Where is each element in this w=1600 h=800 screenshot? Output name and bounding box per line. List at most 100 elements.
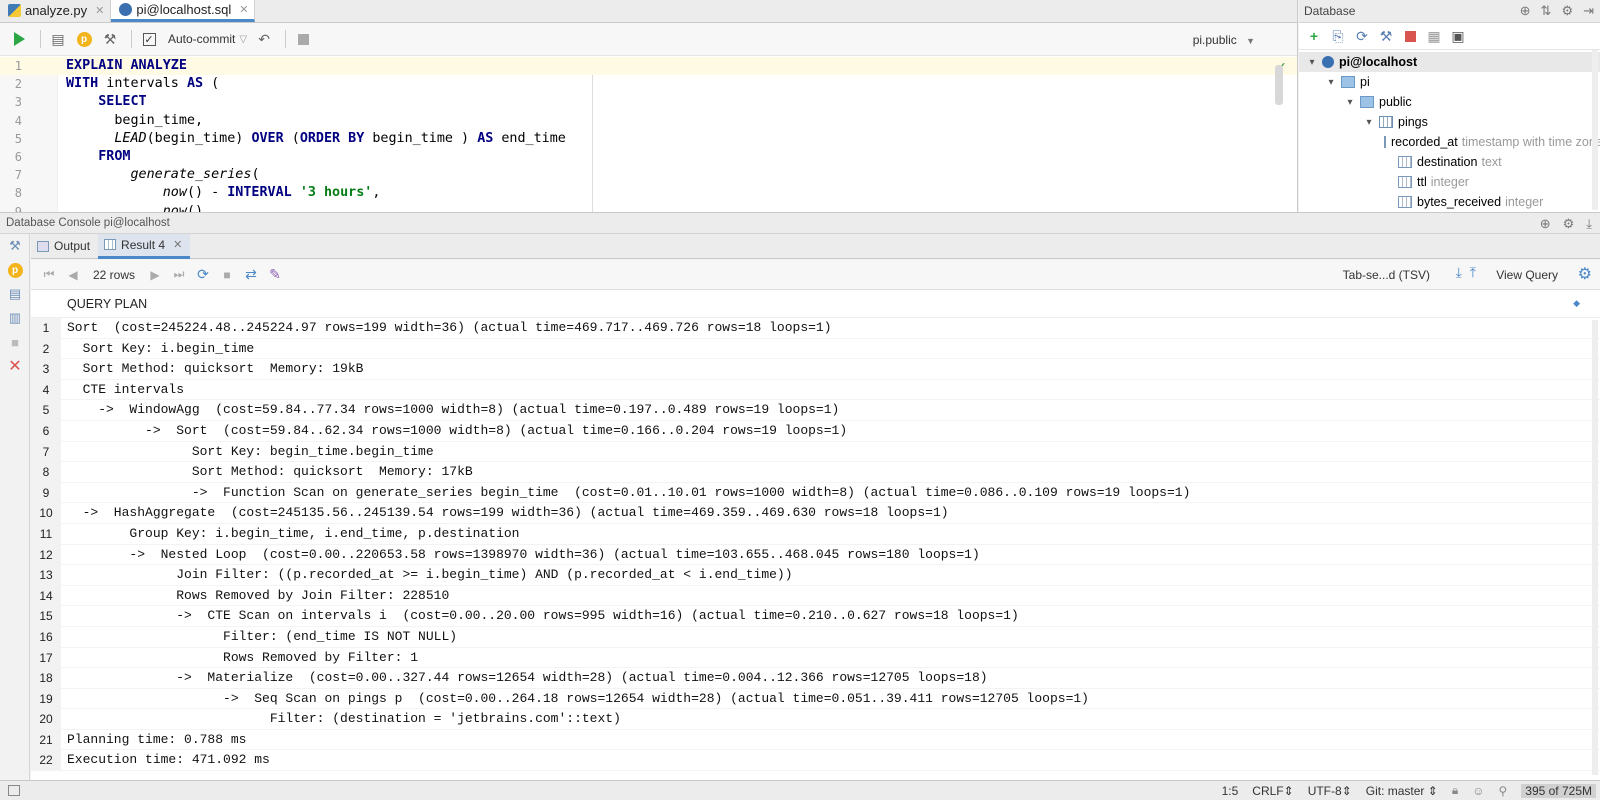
row-number[interactable]: 17 <box>31 647 61 668</box>
chevron-down-icon[interactable]: ▽ <box>239 34 247 45</box>
table-row[interactable]: 22 Execution time: 471.092 ms <box>31 750 1600 772</box>
code-line[interactable]: 4 begin_time, <box>0 112 1297 130</box>
row-number[interactable]: 10 <box>31 503 61 523</box>
search-icon[interactable]: ⚲ <box>1498 784 1507 798</box>
table-row[interactable]: 21 Planning time: 0.788 ms <box>31 729 1600 751</box>
table-row[interactable]: 1 Sort (cost=245224.48..245224.97 rows=19… <box>31 318 1600 339</box>
row-number[interactable]: 16 <box>31 626 61 647</box>
table-row[interactable]: 15 -> CTE Scan on intervals i (cost=0.00… <box>31 606 1600 627</box>
add-icon[interactable]: + <box>1305 27 1323 45</box>
column-header-query-plan[interactable]: QUERY PLAN ◆ <box>31 290 1600 318</box>
query-plan-cell[interactable]: -> Seq Scan on pings p (cost=0.00..264.1… <box>67 689 1089 710</box>
table-row[interactable]: 6 -> Sort (cost=59.84..62.34 rows=1000 w… <box>31 420 1600 442</box>
tools-icon[interactable]: ⚒ <box>0 234 30 258</box>
inspector-icon[interactable]: ☺ <box>1472 784 1484 798</box>
parameters-button[interactable]: p <box>73 28 95 50</box>
upload-icon[interactable]: ⤒ <box>1470 264 1476 281</box>
code-line[interactable]: 6 FROM <box>0 148 1297 166</box>
tab-output[interactable]: Output <box>31 234 98 259</box>
chevron-down-icon[interactable]: ▾ <box>1343 97 1357 108</box>
layout-icon[interactable]: ▥ <box>0 306 30 330</box>
code-text[interactable]: LEAD(begin_time) OVER (ORDER BY begin_ti… <box>66 130 566 148</box>
table-row[interactable]: 17 Rows Removed by Filter: 1 <box>31 647 1600 669</box>
table-row[interactable]: 10 -> HashAggregate (cost=245135.56..245… <box>31 503 1600 524</box>
tree-node[interactable]: ▾ pi <box>1299 72 1600 92</box>
table-row[interactable]: 20 Filter: (destination = 'jetbrains.com… <box>31 709 1600 730</box>
close-icon[interactable]: ✕ <box>173 238 182 251</box>
memory-indicator[interactable]: 395 of 725M <box>1521 783 1596 798</box>
collapse-icon[interactable]: ⇅ <box>1541 3 1552 19</box>
query-plan-cell[interactable]: Rows Removed by Filter: 1 <box>67 648 418 669</box>
row-number[interactable]: 1 <box>31 318 61 338</box>
grid-scrollbar[interactable] <box>1592 320 1598 775</box>
query-plan-cell[interactable]: Sort (cost=245224.48..245224.97 rows=199… <box>67 318 832 339</box>
code-line[interactable]: 1 EXPLAIN ANALYZE <box>0 57 1297 76</box>
table-row[interactable]: 11 Group Key: i.begin_time, i.end_time, … <box>31 523 1600 545</box>
autocommit-checkbox[interactable]: ✓ <box>138 28 160 50</box>
row-number[interactable]: 2 <box>31 338 61 359</box>
query-plan-cell[interactable]: Execution time: 471.092 ms <box>67 750 270 771</box>
table-row[interactable]: 2 Sort Key: i.begin_time <box>31 338 1600 360</box>
query-plan-cell[interactable]: Sort Method: quicksort Memory: 19kB <box>67 359 364 380</box>
query-plan-cell[interactable]: Sort Method: quicksort Memory: 17kB <box>67 462 473 483</box>
code-line[interactable]: 9 now() <box>0 203 1297 213</box>
stop-button[interactable] <box>292 28 314 50</box>
table-row[interactable]: 13 Join Filter: ((p.recorded_at >= i.beg… <box>31 565 1600 586</box>
query-plan-cell[interactable]: Rows Removed by Join Filter: 228510 <box>67 586 449 607</box>
code-editor[interactable]: 1 EXPLAIN ANALYZE 2 WITH intervals AS (3 SE… <box>0 57 1297 212</box>
rollback-button[interactable]: ↶ <box>253 28 275 50</box>
code-text[interactable]: now() <box>66 203 203 213</box>
autocommit-label[interactable]: Auto-commit <box>168 32 235 46</box>
chevron-down-icon[interactable]: ▾ <box>1324 77 1338 88</box>
prev-page-button[interactable]: ◀ <box>61 264 85 286</box>
gear-icon[interactable]: ⚙ <box>1563 216 1575 232</box>
row-number[interactable]: 12 <box>31 544 61 565</box>
sort-icon[interactable]: ◆ <box>1573 298 1580 309</box>
copy-icon[interactable]: ⎘ <box>1329 27 1347 45</box>
row-number[interactable]: 11 <box>31 523 61 544</box>
file-encoding[interactable]: UTF-8⇕ <box>1308 784 1352 798</box>
table-row[interactable]: 4 CTE intervals <box>31 379 1600 401</box>
tree-node[interactable]: destination text <box>1299 152 1600 172</box>
tree-node[interactable]: ▾ pings <box>1299 112 1600 132</box>
code-text[interactable]: FROM <box>66 148 130 166</box>
row-number[interactable]: 13 <box>31 565 61 585</box>
table-row[interactable]: 16 Filter: (end_time IS NOT NULL) <box>31 626 1600 648</box>
chevron-down-icon[interactable]: ▾ <box>1305 57 1319 68</box>
tree-scrollbar[interactable] <box>1592 50 1598 210</box>
editor-scrollbar[interactable] <box>1275 65 1283 105</box>
row-number[interactable]: 20 <box>31 709 61 729</box>
code-line[interactable]: 7 generate_series( <box>0 166 1297 184</box>
table-row[interactable]: 3 Sort Method: quicksort Memory: 19kB <box>31 359 1600 380</box>
export-format-selector[interactable]: Tab-se...d (TSV) <box>1343 268 1430 282</box>
query-plan-cell[interactable]: -> WindowAgg (cost=59.84..77.34 rows=100… <box>67 400 839 421</box>
row-number[interactable]: 14 <box>31 585 61 606</box>
query-plan-cell[interactable]: Filter: (destination = 'jetbrains.com'::… <box>67 709 621 730</box>
tree-node[interactable]: ▾ pi@localhost <box>1299 52 1600 72</box>
row-number[interactable]: 18 <box>31 668 61 688</box>
code-lines[interactable]: 1 EXPLAIN ANALYZE 2 WITH intervals AS (3 SE… <box>0 57 1297 212</box>
compare-button[interactable]: ⇄ <box>239 264 263 286</box>
last-page-button[interactable]: ⏭ <box>167 264 191 286</box>
download-icon[interactable]: ⤓ <box>1456 264 1462 281</box>
table-row[interactable]: 12 -> Nested Loop (cost=0.00..220653.58 … <box>31 544 1600 566</box>
table-row[interactable]: 7 Sort Key: begin_time.begin_time <box>31 441 1600 463</box>
view-query-button[interactable]: View Query <box>1496 268 1558 282</box>
run-button[interactable] <box>8 28 30 50</box>
query-plan-cell[interactable]: Planning time: 0.788 ms <box>67 730 246 751</box>
table-icon[interactable]: ▦ <box>1425 27 1443 45</box>
code-line[interactable]: 2 WITH intervals AS ( <box>0 75 1297 93</box>
schema-selector[interactable]: pi.public ▼ <box>1193 33 1255 47</box>
minimize-icon[interactable]: ⤓ <box>1586 216 1592 232</box>
vcs-branch[interactable]: Git: master ⇕ <box>1366 784 1438 798</box>
table-row[interactable]: 18 -> Materialize (cost=0.00..327.44 row… <box>31 668 1600 689</box>
database-tree[interactable]: ▾ pi@localhost ▾ pi ▾ public ▾ pings recorded_at… <box>1299 52 1600 212</box>
row-number[interactable]: 7 <box>31 441 61 462</box>
stop-icon[interactable]: ■ <box>0 330 30 354</box>
lock-icon[interactable]: 🔒︎ <box>1452 783 1458 798</box>
tree-node[interactable]: ▾ public <box>1299 92 1600 112</box>
line-separator[interactable]: CRLF⇕ <box>1252 784 1293 798</box>
chevron-down-icon[interactable]: ▾ <box>1362 117 1376 128</box>
query-plan-cell[interactable]: CTE intervals <box>67 380 184 401</box>
code-text[interactable]: now() - INTERVAL '3 hours', <box>66 184 381 202</box>
